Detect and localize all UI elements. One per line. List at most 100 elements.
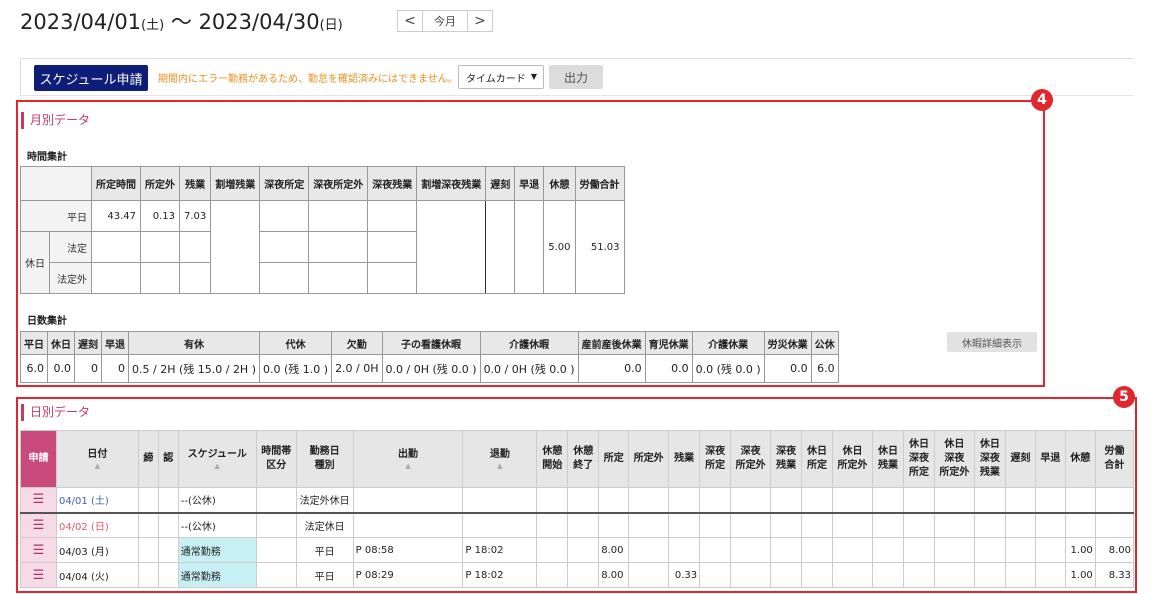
row-date[interactable]: 04/03 (月) [55, 537, 139, 563]
row-out [462, 487, 538, 513]
legal-row-label: 法定 [49, 231, 92, 263]
row-scheduled: 8.00 [598, 562, 630, 588]
weekday-overtime: 7.03 [178, 200, 212, 232]
this-month-button[interactable]: 今月 [423, 10, 467, 32]
cell [157, 487, 179, 513]
cell [628, 537, 670, 563]
days-value: 0.0 [644, 354, 693, 383]
col-header: 公休 [810, 331, 839, 355]
cell [770, 537, 803, 563]
break-total: 5.00 [543, 200, 576, 294]
row-total [1094, 512, 1134, 538]
empty-cell [91, 262, 141, 294]
cell [567, 562, 600, 588]
row-out: P 18:02 [462, 562, 538, 588]
col-label-line: 深夜 [740, 446, 761, 457]
col-label-line: 所定 [908, 467, 929, 478]
cell [801, 487, 834, 513]
col-header: 所定時間 [91, 166, 141, 201]
output-format-select[interactable]: タイムカード ▼ [458, 65, 544, 89]
row-menu-icon[interactable]: ☰ [20, 537, 57, 563]
next-month-button[interactable]: > [467, 10, 493, 32]
days-value: 6.0 [810, 354, 839, 383]
row-date[interactable]: 04/01 (土) [55, 487, 139, 513]
monthly-data-title: 月別データ [21, 112, 90, 129]
row-scheduled [598, 512, 630, 538]
row-date[interactable]: 04/04 (火) [55, 562, 139, 588]
cell [628, 562, 670, 588]
col-label-line: 労働 [1104, 446, 1125, 457]
col-out[interactable]: 退勤 ▲ [462, 430, 538, 488]
col-header: 代休 [258, 331, 333, 355]
cell [902, 537, 935, 563]
days-value: 0.0 (残 1.0 ) [258, 354, 333, 383]
row-daytype: 法定外休日 [295, 487, 354, 513]
days-value: 0.0 [763, 354, 812, 383]
row-date[interactable]: 04/02 (日) [55, 512, 139, 538]
cell [157, 537, 179, 563]
row-out [462, 512, 538, 538]
col-header: 割増深夜残業 [416, 166, 487, 201]
end-day-of-week: (日) [319, 18, 343, 33]
schedule-request-button[interactable]: スケジュール申請 [34, 65, 148, 91]
cell [872, 537, 904, 563]
row-overtime [668, 487, 701, 513]
row-in [352, 487, 464, 513]
cell [255, 562, 297, 588]
cell [536, 562, 569, 588]
row-total: 8.33 [1094, 562, 1134, 588]
col-header: 所定外 [140, 166, 180, 201]
cell [699, 562, 732, 588]
warning-message: 期間内にエラー勤務があるため、勤怠を確認済みにはできません。 [158, 74, 458, 85]
output-button[interactable]: 出力 [549, 65, 603, 89]
cell [1004, 562, 1036, 588]
col-label-line: 所定外 [939, 467, 970, 478]
row-schedule: 通常勤務 [177, 562, 257, 588]
col-hol-over-sched: 休日 所定外 [832, 430, 873, 488]
col-early: 早退 [1034, 430, 1066, 488]
col-header: 遅刻 [74, 331, 102, 355]
weekday-non-scheduled: 0.13 [140, 200, 180, 232]
hours-summary-heading: 時間集計 [27, 152, 67, 163]
cell [933, 487, 975, 513]
table-row: ☰ 04/04 (火) 通常勤務 平日 P 08:29 P 18:02 8.00… [20, 562, 1134, 588]
row-schedule: 通常勤務 [177, 537, 257, 563]
row-menu-icon[interactable]: ☰ [20, 512, 57, 538]
cell [770, 512, 803, 538]
hours-summary-table: 所定時間 所定外 残業 割増残業 深夜所定 深夜所定外 深夜残業 割増深夜残業 … [20, 166, 625, 294]
col-label-line: 所定外 [735, 460, 766, 471]
col-date[interactable]: 日付 ▲ [55, 430, 139, 488]
cell [255, 512, 297, 538]
row-daytype: 法定休日 [295, 512, 354, 538]
col-night-over-sched: 深夜 所定外 [730, 430, 772, 488]
days-value: 0.0 [47, 354, 75, 383]
col-label-line: 区分 [266, 460, 287, 471]
cell [1034, 512, 1066, 538]
row-schedule: --(公休) [177, 512, 257, 538]
col-header: 残業 [178, 166, 212, 201]
empty-cell [91, 231, 141, 263]
col-label-line: 残業 [979, 467, 1000, 478]
col-break-end: 休憩 終了 [567, 430, 600, 488]
row-menu-icon[interactable]: ☰ [20, 562, 57, 588]
col-in[interactable]: 出勤 ▲ [352, 430, 464, 488]
row-total [1094, 487, 1134, 513]
start-day-of-week: (土) [141, 18, 165, 33]
days-value: 0.0 (残 0.0 ) [691, 354, 765, 383]
col-header: 休日 [47, 331, 75, 355]
cell [832, 487, 873, 513]
cell [699, 487, 732, 513]
cell [137, 562, 159, 588]
row-menu-icon[interactable]: ☰ [20, 487, 57, 513]
empty-cell [367, 262, 418, 294]
cell [902, 562, 935, 588]
col-label-line: 休日 [807, 446, 828, 457]
prev-month-button[interactable]: < [397, 10, 423, 32]
col-late: 遅刻 [1004, 430, 1036, 488]
work-total: 51.03 [574, 200, 625, 294]
col-label-line: 所定外 [837, 460, 868, 471]
leave-detail-button[interactable]: 休暇詳細表示 [947, 332, 1037, 352]
cell [567, 487, 600, 513]
col-schedule[interactable]: スケジュール ▲ [177, 430, 257, 488]
col-timezone: 時間帯 区分 [255, 430, 297, 488]
